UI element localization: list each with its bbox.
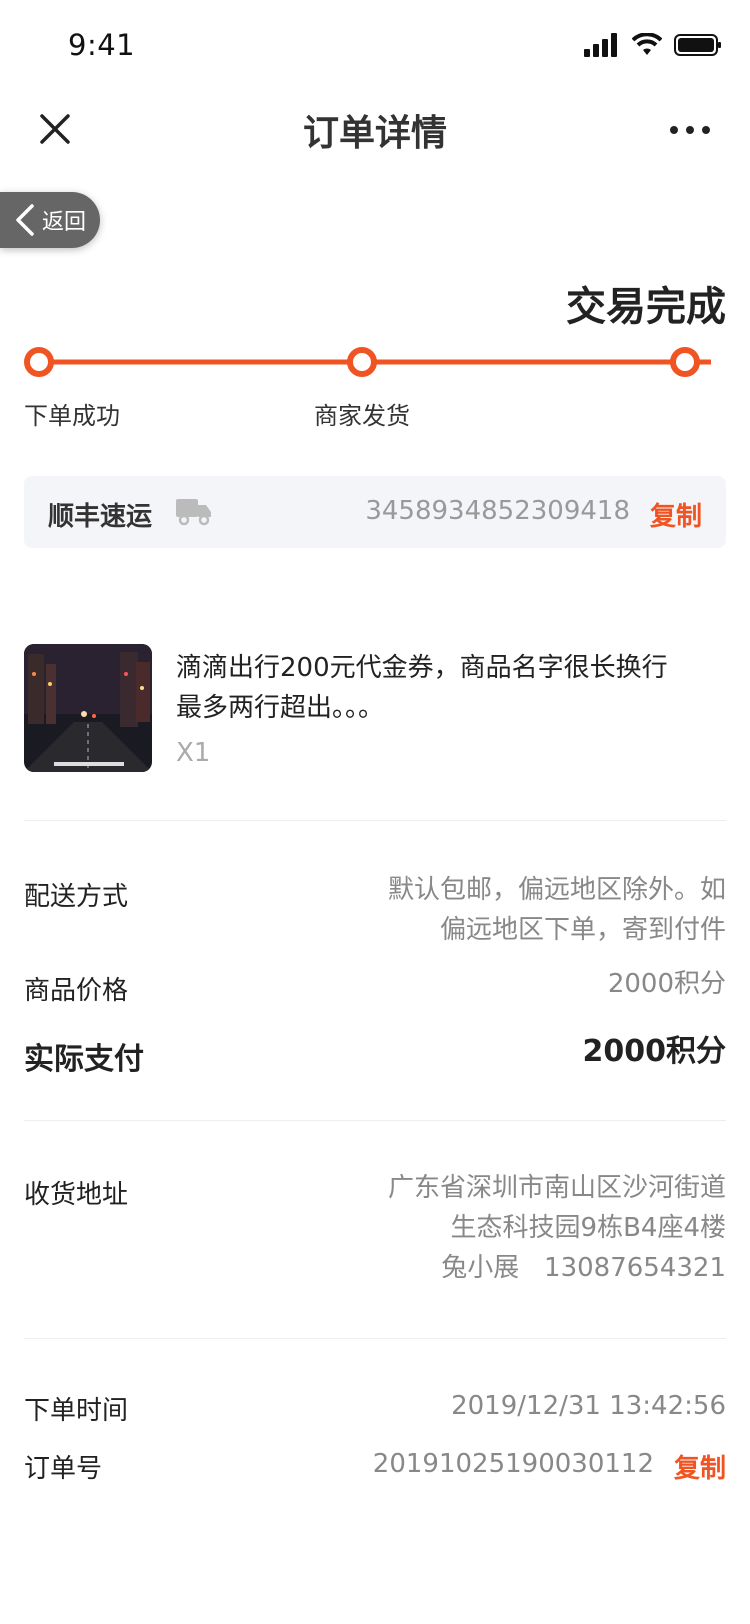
product-name: 滴滴出行200元代金券，商品名字很长换行 最多两行超出。。。 — [176, 648, 716, 728]
order-progress — [24, 347, 711, 377]
paid-label: 实际支付 — [24, 1042, 144, 1077]
more-icon — [670, 126, 710, 134]
step-dot-2 — [347, 347, 377, 377]
address-line-2: 生态科技园9栋B4座4楼 — [450, 1213, 726, 1243]
chevron-left-icon — [16, 204, 34, 236]
divider — [24, 1338, 726, 1339]
divider — [24, 820, 726, 821]
more-button[interactable] — [660, 110, 720, 150]
copy-tracking-button[interactable]: 复制 — [650, 496, 702, 533]
shipping-value: 默认包邮，偏远地区除外。如 偏远地区下单，寄到付件 — [388, 870, 726, 950]
product-quantity: X1 — [176, 738, 211, 768]
product-name-line-1: 滴滴出行200元代金券，商品名字很长换行 — [176, 653, 668, 683]
order-status: 交易完成 — [566, 284, 726, 330]
logistics-card: 顺丰速运 3458934852309418 复制 — [24, 476, 726, 548]
step-label-shipped: 商家发货 — [314, 402, 410, 430]
page-title: 订单详情 — [302, 113, 447, 154]
address-label: 收货地址 — [24, 1180, 129, 1210]
product-name-line-2: 最多两行超出。。。 — [176, 693, 385, 723]
signal-icon — [584, 33, 617, 57]
battery-icon — [674, 34, 721, 56]
shipping-label: 配送方式 — [24, 882, 129, 912]
back-button[interactable]: 返回 — [0, 192, 100, 248]
address-line-3: 兔小展 13087654321 — [441, 1253, 726, 1283]
status-time: 9:41 — [68, 28, 136, 62]
step-dot-3 — [670, 347, 700, 377]
step-dot-1 — [24, 347, 54, 377]
tracking-number: 3458934852309418 — [365, 496, 630, 526]
back-label: 返回 — [42, 210, 87, 235]
carrier-name: 顺丰速运 — [48, 502, 153, 532]
price-value: 2000积分 — [607, 969, 726, 999]
step-label-ordered: 下单成功 — [24, 402, 120, 430]
copy-order-number-button[interactable]: 复制 — [674, 1448, 726, 1485]
paid-value: 2000积分 — [582, 1034, 727, 1069]
truck-icon — [176, 499, 211, 526]
order-number-label: 订单号 — [24, 1454, 103, 1484]
divider — [24, 1120, 726, 1121]
order-time-label: 下单时间 — [24, 1396, 129, 1426]
order-number-value: 20191025190030112 — [372, 1449, 654, 1479]
address-line-1: 广东省深圳市南山区沙河街道 — [387, 1173, 726, 1203]
status-icons — [584, 30, 722, 60]
price-label: 商品价格 — [24, 976, 129, 1006]
shipping-line-2: 偏远地区下单，寄到付件 — [439, 915, 726, 945]
shipping-line-1: 默认包邮，偏远地区除外。如 — [387, 875, 726, 905]
address-value: 广东省深圳市南山区沙河街道 生态科技园9栋B4座4楼 兔小展 130876543… — [388, 1168, 726, 1288]
order-time-value: 2019/12/31 13:42:56 — [451, 1391, 726, 1421]
product-image — [24, 644, 152, 772]
wifi-icon — [632, 33, 662, 55]
